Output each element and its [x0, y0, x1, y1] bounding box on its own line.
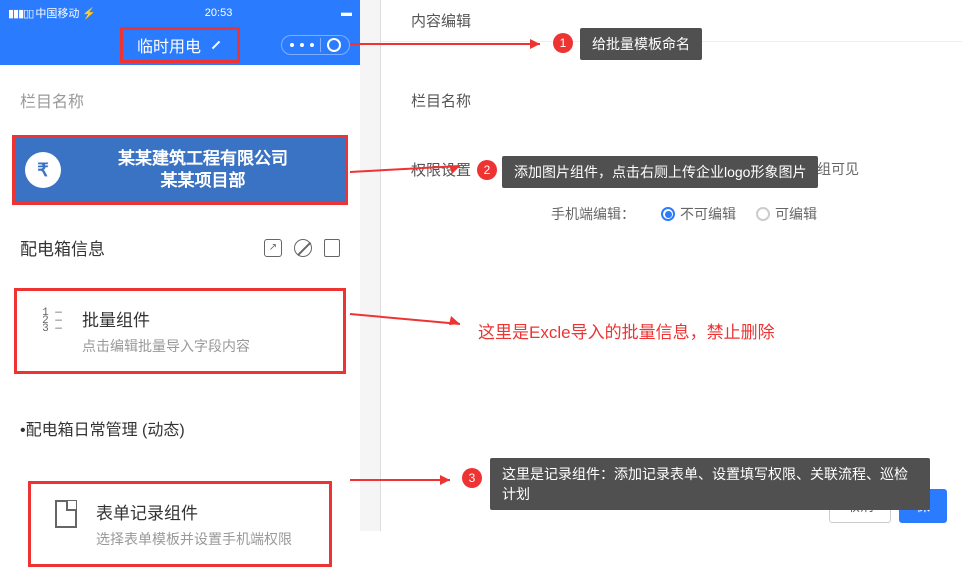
list-icon: 1 —2 —3 —: [42, 309, 62, 333]
radio-editable[interactable]: 可编辑: [756, 204, 817, 224]
status-time: 20:53: [96, 7, 341, 19]
form-sub: 选择表单模板并设置手机端权限: [96, 529, 309, 549]
expand-icon[interactable]: ↗: [264, 239, 282, 257]
colname-field-label: 栏目名称: [411, 90, 551, 111]
box-info-section: 配电箱信息 ↗: [0, 220, 360, 275]
trash-icon[interactable]: [324, 239, 340, 257]
callout-2: 添加图片组件，点击右厕上传企业logo形象图片: [502, 156, 818, 188]
form-record-component[interactable]: 表单记录组件 选择表单模板并设置手机端权限: [28, 481, 332, 567]
batch-component[interactable]: 1 —2 —3 — 批量组件 点击编辑批量导入字段内容: [14, 288, 346, 374]
callout-1: 给批量模板命名: [580, 28, 702, 60]
battery-icon: ▬: [341, 7, 352, 19]
status-bar: ▮▮▮▯▯ 中国移动 ⚡ 20:53 ▬: [0, 0, 360, 25]
company-banner[interactable]: ₹ 某某建筑工程有限公司 某某项目部: [12, 135, 348, 205]
edit-label: 手机端编辑：: [551, 204, 641, 224]
forbid-icon[interactable]: [294, 239, 312, 257]
doc-icon: [55, 500, 77, 528]
radio-no-edit[interactable]: 不可编辑: [661, 204, 736, 224]
company-text: 某某建筑工程有限公司 某某项目部: [71, 148, 335, 192]
header-controls[interactable]: [281, 35, 350, 55]
callout-num-1: 1: [553, 33, 573, 53]
column-label: 栏目名称: [20, 88, 340, 112]
dynamic-label: •配电箱日常管理 (动态): [0, 401, 360, 455]
batch-title: 批量组件: [82, 306, 323, 331]
app-title-wrap[interactable]: 临时用电: [120, 27, 240, 63]
callout-num-3: 3: [462, 468, 482, 488]
callout-num-2: 2: [477, 160, 497, 180]
pencil-icon: [209, 38, 223, 52]
form-title: 表单记录组件: [96, 499, 309, 524]
editor-panel: 内容编辑 栏目名称 权限设置 手机端显示： 所有人可见 用户组可见 手机端编辑：…: [380, 0, 962, 531]
box-info-title: 配电箱信息: [20, 235, 264, 260]
batch-sub: 点击编辑批量导入字段内容: [82, 336, 323, 356]
app-header: 临时用电: [0, 25, 360, 65]
callout-4: 这里是记录组件：添加记录表单、设置填写权限、关联流程、巡检计划: [490, 458, 930, 510]
column-name-section: 栏目名称: [0, 73, 360, 127]
carrier: ▮▮▮▯▯ 中国移动 ⚡: [8, 5, 96, 21]
company-logo: ₹: [25, 152, 61, 188]
phone-preview: ▮▮▮▯▯ 中国移动 ⚡ 20:53 ▬ 临时用电 栏目名称 ₹ 某某建筑工程有…: [0, 0, 380, 531]
app-title: 临时用电: [137, 33, 201, 57]
circle-icon: [327, 38, 341, 52]
callout-3: 这里是Excle导入的批量信息，禁止删除: [478, 318, 775, 343]
